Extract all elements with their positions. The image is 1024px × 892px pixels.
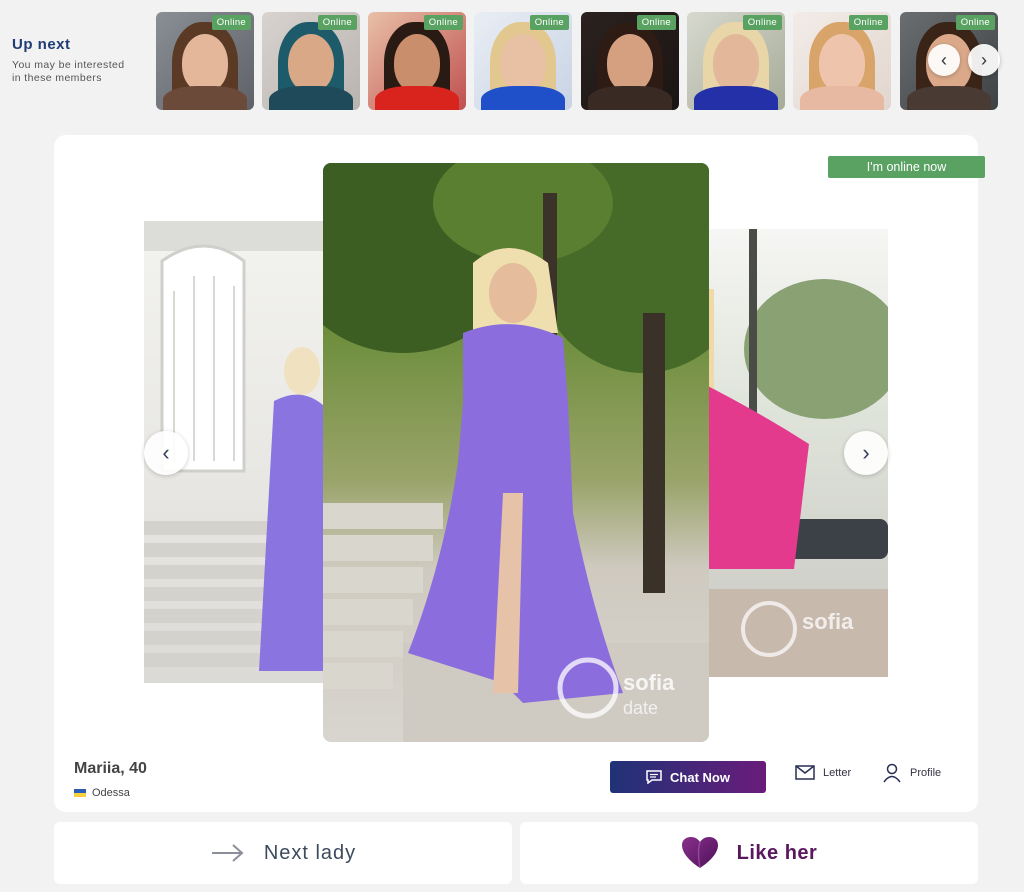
like-her-button[interactable]: Like her (520, 822, 978, 884)
letter-label: Letter (823, 766, 852, 779)
body-shape (588, 86, 672, 110)
svg-text:sofia: sofia (623, 670, 675, 695)
body-shape (163, 86, 247, 110)
arrow-right-icon (211, 844, 244, 862)
chevron-right-icon: › (981, 49, 987, 70)
envelope-icon (795, 765, 815, 780)
body-shape (907, 86, 991, 110)
member-thumbnail[interactable]: Online (581, 12, 679, 110)
online-badge: Online (636, 15, 676, 30)
letter-button[interactable]: Letter (795, 765, 851, 780)
face-shape (607, 34, 653, 92)
online-badge: Online (742, 15, 782, 30)
person-icon (883, 763, 901, 783)
body-shape (694, 86, 778, 110)
profile-button[interactable]: Profile (882, 763, 941, 783)
member-thumbnail[interactable]: Online (262, 12, 360, 110)
photo-next-button[interactable]: › (844, 431, 888, 475)
online-badge: Online (211, 15, 251, 30)
online-badge: Online (317, 15, 357, 30)
profile-card: sofia sofia date ‹ › I'm online now Mari… (54, 135, 985, 812)
face-shape (288, 34, 334, 92)
face-shape (500, 34, 546, 92)
up-next-subtitle-line1: You may be interested (12, 59, 125, 71)
body-shape (269, 86, 353, 110)
online-badge: Online (423, 15, 463, 30)
up-next-section: Up next You may be interested in these m… (12, 36, 152, 85)
member-name-age: Mariia, 40 (74, 760, 147, 777)
member-location: Odessa (74, 787, 130, 799)
chevron-left-icon: ‹ (941, 49, 947, 70)
chat-now-label: Chat Now (670, 769, 730, 785)
member-thumbnail[interactable]: Online (687, 12, 785, 110)
strip-next-button[interactable]: › (968, 44, 1000, 76)
face-shape (713, 34, 759, 92)
up-next-subtitle-line2: in these members (12, 72, 102, 84)
svg-text:date: date (623, 698, 658, 718)
online-badge: Online (955, 15, 995, 30)
chat-bubble-icon (646, 770, 662, 784)
body-shape (481, 86, 565, 110)
member-thumbnail[interactable]: Online (474, 12, 572, 110)
next-lady-button[interactable]: Next lady (54, 822, 512, 884)
chevron-left-icon: ‹ (162, 440, 170, 465)
profile-label: Profile (910, 767, 942, 779)
next-lady-label: Next lady (263, 841, 357, 864)
body-shape (800, 86, 884, 110)
up-next-subtitle: You may be interested in these members (12, 59, 152, 85)
up-next-title: Up next (12, 36, 71, 53)
member-thumbnail[interactable]: Online (156, 12, 254, 110)
online-badge: Online (848, 15, 888, 30)
main-photo-art: sofia date (323, 163, 709, 742)
chat-now-button[interactable]: Chat Now (610, 761, 766, 793)
face-shape (394, 34, 440, 92)
heart-icon (681, 837, 718, 869)
member-thumbnail-strip: Online Online Online Online Online Onlin… (156, 12, 1024, 110)
main-profile-photo[interactable]: sofia date (323, 163, 709, 742)
body-shape (375, 86, 459, 110)
ukraine-flag-icon (74, 789, 86, 797)
online-badge: Online (529, 15, 569, 30)
member-city: Odessa (92, 787, 130, 799)
strip-fade (1000, 12, 1024, 110)
chevron-right-icon: › (862, 440, 870, 465)
photo-prev-button[interactable]: ‹ (144, 431, 188, 475)
svg-text:sofia: sofia (802, 609, 854, 634)
like-her-label: Like her (736, 841, 818, 864)
face-shape (819, 34, 865, 92)
online-now-badge: I'm online now (828, 156, 985, 178)
member-thumbnail[interactable]: Online (368, 12, 466, 110)
face-shape (182, 34, 228, 92)
member-thumbnail[interactable]: Online (793, 12, 891, 110)
strip-prev-button[interactable]: ‹ (928, 44, 960, 76)
